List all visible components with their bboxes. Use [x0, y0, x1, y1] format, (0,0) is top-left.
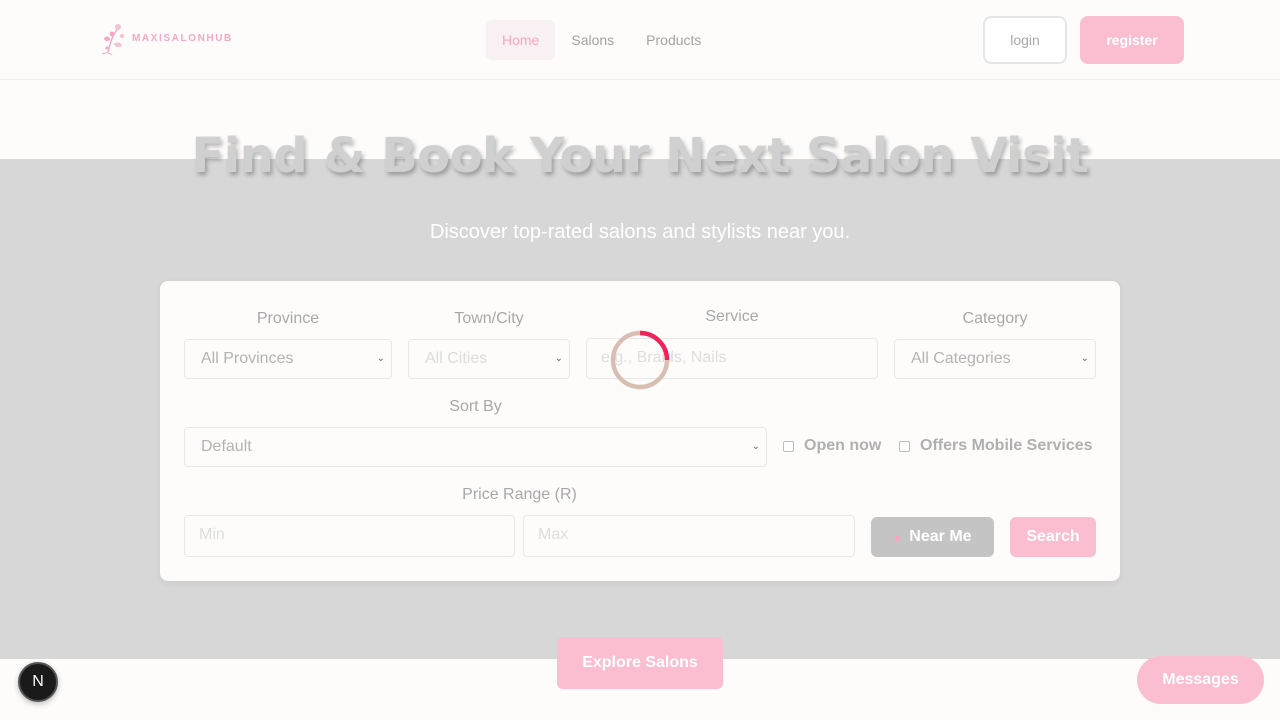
near-me-button[interactable]: ● Near Me [871, 517, 994, 557]
hero-title: Find & Book Your Next Salon Visit [191, 128, 1089, 184]
service-label: Service [705, 308, 759, 325]
sort-label: Sort By [449, 398, 502, 415]
open-now-label: Open now [804, 437, 882, 454]
nav-products[interactable]: Products [630, 20, 717, 60]
brand-logo[interactable]: MAXISALONHUB [98, 18, 233, 58]
category-value: All Categories [911, 350, 1011, 367]
price-range-label: Price Range (R) [462, 486, 577, 503]
location-pin-icon: ● [893, 529, 902, 545]
city-value: All Cities [425, 350, 488, 367]
province-value: All Provinces [201, 350, 294, 367]
price-min-input[interactable]: Min [184, 515, 515, 557]
search-button[interactable]: Search [1010, 517, 1096, 557]
chevron-down-icon: ⌄ [376, 353, 385, 364]
city-select[interactable]: All Cities ⌄ [408, 339, 570, 379]
nav-salons[interactable]: Salons [555, 20, 630, 60]
dev-tools-badge[interactable]: N [18, 662, 58, 702]
mobile-services-label: Offers Mobile Services [920, 437, 1093, 454]
brand-name: MAXISALONHUB [132, 32, 233, 44]
chevron-down-icon: ⌄ [1080, 353, 1089, 364]
nav-links: Home Salons Products [486, 20, 717, 60]
nav-home[interactable]: Home [486, 20, 556, 60]
chevron-down-icon: ⌄ [751, 441, 760, 452]
checkbox-icon[interactable] [899, 440, 910, 452]
price-min-placeholder: Min [199, 526, 225, 543]
messages-button[interactable]: Messages [1137, 656, 1264, 704]
chevron-down-icon: ⌄ [554, 353, 563, 364]
flower-logo-icon [101, 24, 125, 56]
navbar: MAXISALONHUB Home Salons Products login … [0, 0, 1280, 80]
open-now-checkbox[interactable]: Open now [783, 437, 881, 455]
checkbox-icon[interactable] [783, 440, 794, 452]
province-label: Province [256, 310, 320, 327]
hero-subtitle: Discover top-rated salons and stylists n… [429, 221, 851, 243]
province-select[interactable]: All Provinces ⌄ [184, 339, 392, 379]
explore-salons-button[interactable]: Explore Salons [557, 637, 723, 689]
near-me-label: Near Me [909, 528, 972, 545]
mobile-services-checkbox[interactable]: Offers Mobile Services [899, 437, 1093, 455]
category-label: Category [962, 310, 1028, 327]
sort-value: Default [201, 438, 252, 455]
price-max-placeholder: Max [538, 526, 569, 543]
login-button[interactable]: login [983, 16, 1067, 64]
register-button[interactable]: register [1080, 16, 1184, 64]
category-select[interactable]: All Categories ⌄ [894, 339, 1096, 379]
loading-spinner-icon [610, 330, 670, 390]
city-label: Town/City [454, 310, 524, 327]
search-card: Province All Provinces ⌄ Town/City All C… [160, 281, 1120, 581]
price-max-input[interactable]: Max [523, 515, 855, 557]
sort-select[interactable]: Default ⌄ [184, 427, 767, 467]
